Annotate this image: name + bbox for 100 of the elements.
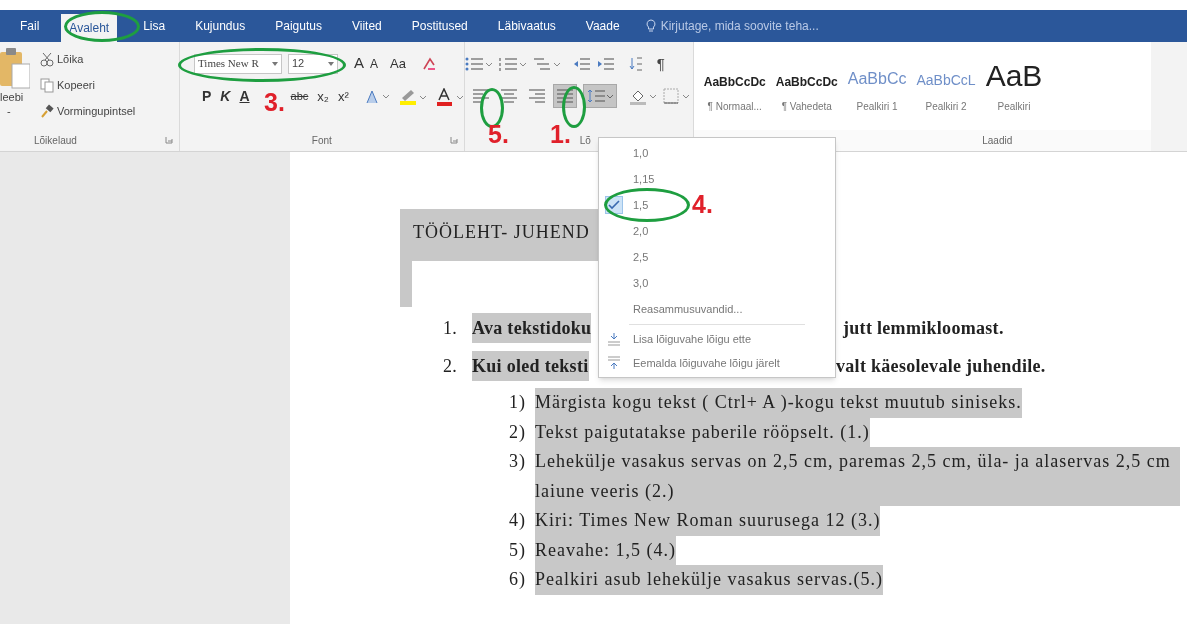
list-number: 2): [509, 420, 527, 444]
list-item-text: Ava tekstidoku: [472, 316, 592, 340]
subscript-button[interactable]: x₂: [317, 86, 329, 107]
change-case-button[interactable]: Aa: [390, 53, 406, 74]
ribbon-tab[interactable]: Fail: [12, 12, 48, 40]
style-name: Pealkiri: [997, 100, 1031, 114]
style-preview: AaB: [985, 58, 1043, 91]
shrink-font-button[interactable]: A: [370, 54, 379, 73]
scissors-icon[interactable]: [40, 51, 54, 67]
style-preview: AaBbCc: [847, 69, 907, 89]
list-item-text: Märgista kogu tekst ( Ctrl+ A )-kogu tekst muutub siniseks.: [535, 388, 1022, 418]
list-item-text: Lehekülje vasakus servas on 2,5 cm, paremas 2,5 cm, üla- ja alaservas 2,5 cm laiune veeris (2.): [535, 447, 1180, 506]
list-number: 1.: [443, 316, 459, 340]
clipboard-command[interactable]: Vormingupintsel: [57, 102, 136, 120]
list-item-text: Pealkiri asub lehekülje vasakus servas.(5.): [535, 565, 883, 595]
lightbulb-icon[interactable]: [645, 19, 656, 33]
paragraph-spacing-icon: [607, 332, 621, 346]
clear-formatting-icon[interactable]: [421, 56, 436, 71]
group-label: Lõikelaud: [34, 133, 77, 148]
list-number: 3): [509, 450, 527, 473]
ribbon-tab[interactable]: Paigutus: [267, 12, 330, 40]
annotation-number: 5.: [488, 122, 509, 147]
style-gallery-item[interactable]: AaB Pealkiri: [985, 51, 1043, 130]
caret-icon[interactable]: [272, 61, 278, 66]
decrease-indent-icon[interactable]: [572, 57, 591, 71]
paragraph-spacing-icon: [607, 356, 621, 370]
list-number: 1): [509, 391, 527, 414]
ribbon-tab[interactable]: Vaade: [577, 12, 628, 40]
highlighter-icon[interactable]: [398, 87, 427, 106]
menu-item[interactable]: 1,0: [633, 144, 649, 162]
document-heading: TÖÖLEHT- JUHEND: [413, 222, 590, 242]
superscript-button[interactable]: x²: [337, 86, 349, 107]
increase-indent-icon[interactable]: [596, 57, 615, 71]
search-field[interactable]: Kirjutage, mida soovite teha...: [660, 17, 819, 35]
bold-button[interactable]: P: [202, 86, 212, 107]
bulleted-list-icon[interactable]: [464, 57, 493, 71]
font-name-field[interactable]: Times New R: [194, 53, 282, 74]
clipboard-icon[interactable]: [0, 48, 30, 90]
text-effects-icon[interactable]: [363, 88, 390, 105]
copy-icon[interactable]: [40, 77, 54, 93]
ribbon-tab[interactable]: Avaleht: [61, 14, 118, 42]
ribbon-tab[interactable]: Postitused: [403, 12, 476, 40]
dialog-launcher-icon[interactable]: [449, 136, 458, 144]
list-item-text: valt käesolevale juhendile.: [836, 354, 1046, 378]
menu-item[interactable]: 3,0: [633, 274, 649, 292]
list-item-text: Reavahe: 1,5 (4.): [535, 535, 676, 565]
style-name: ¶ Vahedeta: [781, 100, 832, 114]
menu-item[interactable]: 1,15: [633, 170, 655, 188]
style-preview: AaBbCcDc: [703, 74, 766, 91]
show-formatting-button[interactable]: ¶: [656, 52, 665, 76]
numbered-list-icon[interactable]: [498, 57, 527, 71]
dialog-launcher-icon[interactable]: [164, 136, 173, 144]
menu-item[interactable]: Eemalda lõiguvahe lõigu järelt: [599, 351, 835, 375]
menu-item[interactable]: 1,5: [633, 196, 649, 214]
line-spacing-icon[interactable]: [586, 89, 613, 103]
caret-icon[interactable]: [328, 61, 334, 66]
italic-button[interactable]: K: [220, 86, 231, 107]
font-name-value: Times New R: [198, 56, 259, 72]
line-spacing-button[interactable]: [582, 84, 617, 108]
list-number: 6): [509, 568, 527, 591]
ribbon-tab[interactable]: Viited: [343, 12, 390, 40]
group-label: Laadid: [982, 134, 1013, 148]
list-item-text: jutt lemmikloomast.: [843, 316, 1004, 340]
group-label: Lõ: [579, 133, 591, 148]
style-gallery-item[interactable]: AaBbCcDc ¶ Vahedeta: [775, 51, 838, 130]
sort-icon[interactable]: [628, 56, 645, 72]
annotation-number: 4.: [692, 192, 713, 217]
style-name: Pealkiri 2: [925, 100, 967, 114]
annotation-number: 1.: [550, 122, 571, 147]
paintbrush-icon[interactable]: [40, 103, 54, 119]
style-name: ¶ Normaal...: [707, 100, 762, 114]
clipboard-command[interactable]: Kopeeri: [57, 76, 95, 94]
annotation-number: 3.: [264, 90, 285, 115]
menu-item[interactable]: Lisa lõiguvahe lõigu ette: [599, 327, 835, 351]
font-color-icon[interactable]: [435, 87, 464, 106]
underline-button[interactable]: A: [239, 86, 250, 107]
list-item-text: Tekst paigutatakse paberile rööpselt. (1.): [535, 417, 870, 447]
list-number: 5): [509, 538, 527, 562]
ribbon-tab[interactable]: Läbivaatus: [489, 12, 564, 40]
style-name: Pealkiri 1: [856, 100, 898, 114]
menu-item[interactable]: 2,5: [633, 248, 649, 266]
list-number: 4): [509, 509, 527, 532]
menu-item[interactable]: 2,0: [633, 222, 649, 240]
group-label: Font: [311, 133, 332, 148]
style-gallery-item[interactable]: AaBbCc Pealkiri 1: [847, 51, 907, 130]
style-gallery-item[interactable]: AaBbCcL Pealkiri 2: [916, 51, 976, 130]
strikethrough-button[interactable]: abc: [290, 88, 309, 105]
style-gallery-item[interactable]: AaBbCcDc ¶ Normaal...: [703, 51, 766, 130]
list-item-text: Kiri: Times New Roman suurusega 12 (3.): [535, 506, 881, 536]
font-size-field[interactable]: 12: [288, 53, 338, 74]
list-number: 2.: [443, 354, 459, 378]
clipboard-command[interactable]: Lõika: [57, 50, 84, 68]
ribbon-tab[interactable]: Lisa: [135, 12, 174, 40]
multilevel-list-icon[interactable]: [532, 57, 561, 71]
style-preview: AaBbCcDc: [775, 74, 838, 91]
list-item-text: Kui oled teksti: [472, 354, 589, 378]
style-preview: AaBbCcL: [916, 71, 976, 90]
menu-item[interactable]: Reasammusuvandid...: [599, 296, 835, 322]
ribbon-tab[interactable]: Kujundus: [187, 12, 254, 40]
grow-font-button[interactable]: A: [354, 52, 364, 75]
